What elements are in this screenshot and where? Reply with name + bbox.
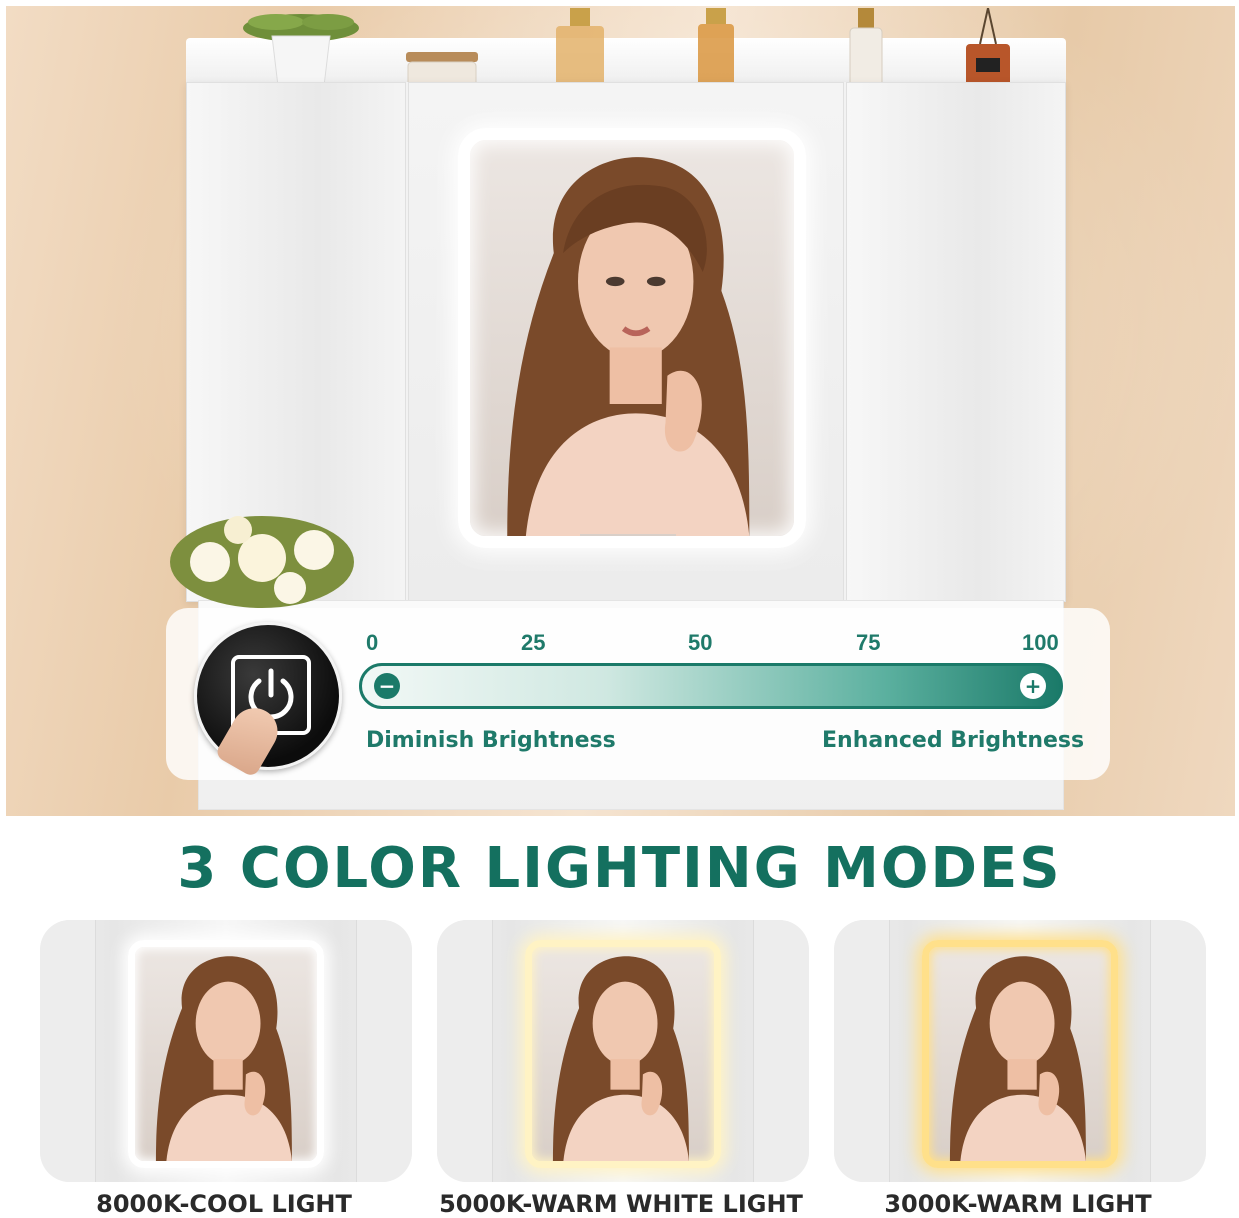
portrait-image: [552, 956, 689, 1161]
mode-label-warm-white: 5000K-WARM WHITE LIGHT: [439, 1190, 803, 1218]
portrait-image: [949, 956, 1086, 1161]
mode-door-right: [356, 920, 412, 1182]
mode-mirror-warm-white: [525, 940, 721, 1168]
potted-plant-icon: [243, 14, 359, 87]
mode-card-cool: [40, 920, 412, 1182]
glass-bottle-icon: [849, 8, 883, 88]
perfume-bottle-icon: [556, 8, 604, 88]
tick-label-100: 100: [1022, 630, 1059, 655]
mode-mirror-warm: [922, 940, 1118, 1168]
plus-circle-icon[interactable]: +: [1020, 673, 1046, 699]
diminish-brightness-label: Diminish Brightness: [366, 728, 616, 753]
mode-label-cool: 8000K-COOL LIGHT: [96, 1190, 352, 1218]
tick-label-50: 50: [688, 630, 713, 655]
portrait-image: [507, 157, 750, 536]
mode-door-right: [1150, 920, 1206, 1182]
flower-bouquet-icon: [170, 516, 354, 608]
portrait-image: [155, 956, 292, 1161]
brightness-slider[interactable]: [359, 663, 1063, 709]
mode-door-left: [40, 920, 96, 1182]
mode-label-warm: 3000K-WARM LIGHT: [884, 1190, 1152, 1218]
led-frame-gap: [580, 534, 676, 536]
led-mirror-frame: [458, 128, 806, 548]
cabinet-door-right: [846, 82, 1066, 602]
reed-diffuser-icon: [966, 8, 1010, 88]
mode-mirror-cool: [128, 940, 324, 1168]
mode-door-right: [753, 920, 809, 1182]
enhanced-brightness-label: Enhanced Brightness: [822, 728, 1085, 753]
mode-card-warm-white: [437, 920, 809, 1182]
mode-card-warm: [834, 920, 1206, 1182]
serum-bottle-icon: [698, 8, 734, 88]
tick-label-25: 25: [521, 630, 546, 655]
touch-power-button[interactable]: [194, 622, 342, 779]
tick-label-0: 0: [366, 630, 379, 655]
mode-door-left: [437, 920, 493, 1182]
mode-door-left: [834, 920, 890, 1182]
modes-title: 3 COLOR LIGHTING MODES: [177, 836, 1062, 901]
minus-circle-icon[interactable]: −: [374, 673, 400, 699]
tick-label-75: 75: [856, 630, 881, 655]
